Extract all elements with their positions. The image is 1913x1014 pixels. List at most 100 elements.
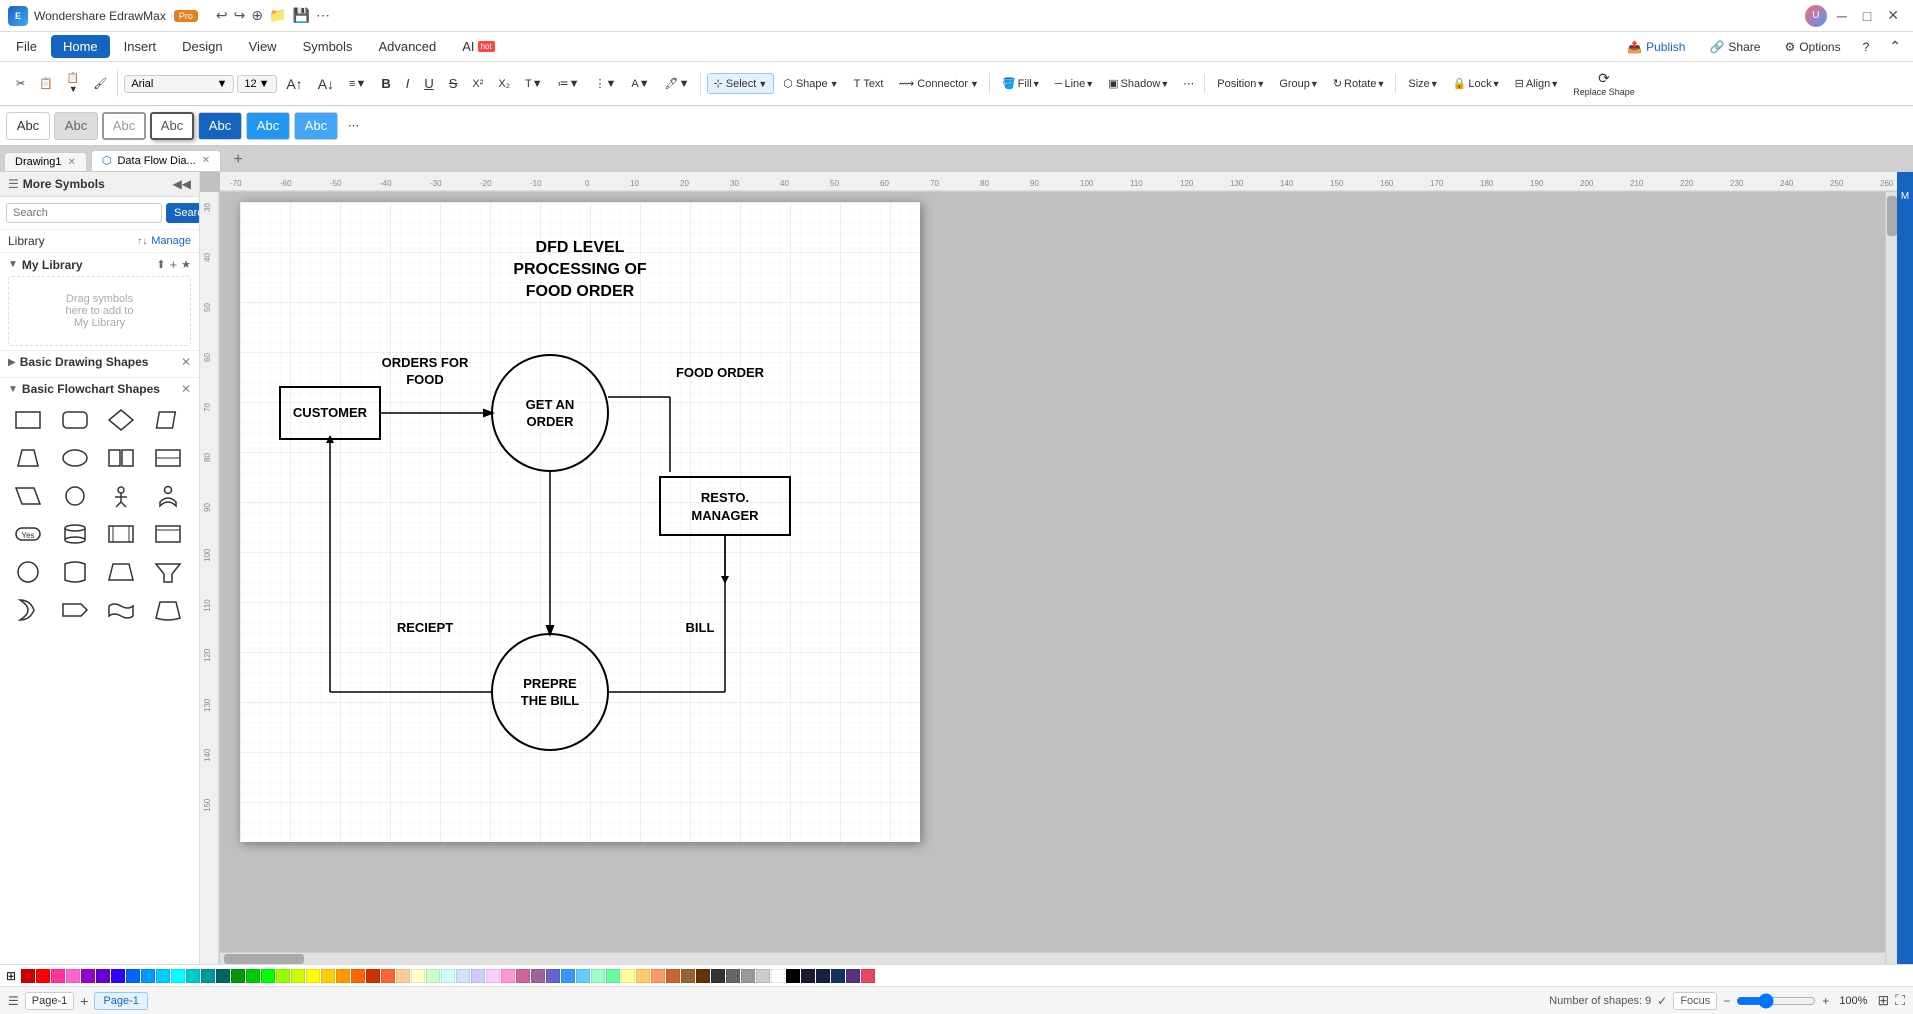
color-swatch[interactable]	[81, 969, 95, 983]
page-nav-toggle[interactable]: ☰	[8, 994, 19, 1008]
options-btn[interactable]: ⚙ Options	[1774, 37, 1850, 57]
user-avatar[interactable]: U	[1805, 5, 1827, 27]
star-icon[interactable]: ★	[181, 258, 191, 271]
highlight-btn[interactable]: 🖊▼	[659, 74, 696, 93]
shape-parallelogram[interactable]	[148, 402, 188, 437]
color-swatch[interactable]	[351, 969, 365, 983]
color-swatch[interactable]	[531, 969, 545, 983]
more-btn[interactable]: ⋯	[316, 7, 330, 24]
save-btn[interactable]: 💾	[293, 7, 310, 24]
lock-btn[interactable]: 🔒 Lock ▼	[1447, 74, 1507, 93]
font-decrease-btn[interactable]: A↓	[312, 73, 340, 95]
superscript-btn[interactable]: X²	[466, 75, 489, 93]
menu-insert[interactable]: Insert	[112, 35, 169, 58]
close-flowchart[interactable]: ✕	[181, 382, 191, 396]
color-swatch[interactable]	[126, 969, 140, 983]
ribbon-collapse-btn[interactable]: ⌃	[1881, 35, 1909, 58]
color-swatch[interactable]	[516, 969, 530, 983]
tab-drawing1-close[interactable]: ✕	[67, 157, 75, 168]
copy-btn[interactable]: 📋	[33, 74, 59, 93]
style-preset-6[interactable]: Abc	[246, 112, 290, 140]
shape-proc[interactable]	[101, 516, 141, 551]
cut-btn[interactable]: ✂	[10, 74, 31, 93]
tab-dataflow-close[interactable]: ✕	[202, 155, 210, 166]
color-swatch[interactable]	[771, 969, 785, 983]
current-page[interactable]: Page-1	[25, 992, 74, 1010]
color-swatch[interactable]	[336, 969, 350, 983]
color-swatch[interactable]	[111, 969, 125, 983]
fill-btn[interactable]: 🪣 Fill ▼	[996, 74, 1047, 93]
color-swatch[interactable]	[291, 969, 305, 983]
shape-person[interactable]	[101, 478, 141, 513]
color-swatch[interactable]	[51, 969, 65, 983]
color-swatch[interactable]	[156, 969, 170, 983]
menu-view[interactable]: View	[237, 35, 289, 58]
panel-collapse-btn[interactable]: ◀◀	[173, 177, 191, 191]
shape-circle2[interactable]	[8, 554, 48, 589]
focus-btn[interactable]: Focus	[1673, 992, 1717, 1010]
shape-crescent[interactable]	[8, 592, 48, 627]
size-btn[interactable]: Size ▼	[1402, 75, 1444, 93]
style-preset-3[interactable]: Abc	[102, 112, 146, 140]
fullscreen-btn[interactable]: ⛶	[1895, 992, 1905, 1009]
bullet-list-btn[interactable]: ≔▼	[552, 74, 586, 93]
menu-home[interactable]: Home	[51, 35, 110, 58]
tab-dataflow[interactable]: ⬡ Data Flow Dia... ✕	[91, 150, 221, 171]
menu-design[interactable]: Design	[170, 35, 234, 58]
color-swatch[interactable]	[471, 969, 485, 983]
color-swatch[interactable]	[66, 969, 80, 983]
shape-yes[interactable]: Yes	[8, 516, 48, 551]
numbered-list-btn[interactable]: ⋮▼	[589, 74, 623, 93]
color-swatch[interactable]	[381, 969, 395, 983]
replace-shape-btn[interactable]: ⟳ Replace Shape	[1567, 66, 1641, 102]
color-swatch[interactable]	[201, 969, 215, 983]
maximize-btn[interactable]: □	[1857, 6, 1877, 26]
zoom-in-btn[interactable]: +	[1822, 994, 1829, 1008]
shape-trapezoid[interactable]	[8, 440, 48, 475]
shape-cylinder[interactable]	[55, 516, 95, 551]
position-btn[interactable]: Position ▼	[1211, 75, 1271, 93]
style-preset-7[interactable]: Abc	[294, 112, 338, 140]
text-tool-btn[interactable]: T Text	[848, 75, 890, 93]
shape-rounded-rect[interactable]	[55, 402, 95, 437]
color-swatch[interactable]	[651, 969, 665, 983]
color-swatch[interactable]	[816, 969, 830, 983]
menu-file[interactable]: File	[4, 35, 49, 58]
prepre-bill-shape[interactable]	[492, 634, 608, 750]
export-icon[interactable]: ⬆	[156, 258, 165, 271]
shape-person2[interactable]	[148, 478, 188, 513]
zoom-out-btn[interactable]: −	[1723, 994, 1730, 1008]
add-page-btn[interactable]: +	[80, 993, 88, 1009]
color-swatch[interactable]	[576, 969, 590, 983]
color-swatch[interactable]	[171, 969, 185, 983]
color-swatch[interactable]	[261, 969, 275, 983]
color-swatch[interactable]	[696, 969, 710, 983]
new-btn[interactable]: ⊕	[251, 7, 263, 24]
color-swatch[interactable]	[711, 969, 725, 983]
color-swatch[interactable]	[861, 969, 875, 983]
minimize-btn[interactable]: ─	[1831, 6, 1853, 26]
font-increase-btn[interactable]: A↑	[280, 73, 308, 95]
color-swatch[interactable]	[786, 969, 800, 983]
menu-ai[interactable]: AI hot	[450, 35, 506, 58]
color-swatch[interactable]	[606, 969, 620, 983]
bold-btn[interactable]: B	[375, 73, 396, 94]
shape-trapezoid2[interactable]	[101, 554, 141, 589]
menu-symbols[interactable]: Symbols	[291, 35, 365, 58]
share-btn[interactable]: 🔗 Share	[1699, 37, 1770, 57]
style-preset-4[interactable]: Abc	[150, 112, 194, 140]
ai-assistant-icon[interactable]: M	[1898, 176, 1912, 216]
color-swatch[interactable]	[321, 969, 335, 983]
text-align-btn[interactable]: ≡▼	[343, 75, 372, 93]
resto-manager-shape[interactable]	[660, 477, 790, 535]
text-size-btn[interactable]: T▼	[519, 75, 549, 93]
get-an-order-shape[interactable]	[492, 355, 608, 471]
color-swatch[interactable]	[411, 969, 425, 983]
underline-btn[interactable]: U	[418, 73, 439, 94]
shape-diamond[interactable]	[101, 402, 141, 437]
color-swatch[interactable]	[186, 969, 200, 983]
color-swatch[interactable]	[36, 969, 50, 983]
scrollbar-v[interactable]	[1885, 192, 1897, 964]
shape-funnel[interactable]	[148, 554, 188, 589]
style-preset-5[interactable]: Abc	[198, 112, 242, 140]
